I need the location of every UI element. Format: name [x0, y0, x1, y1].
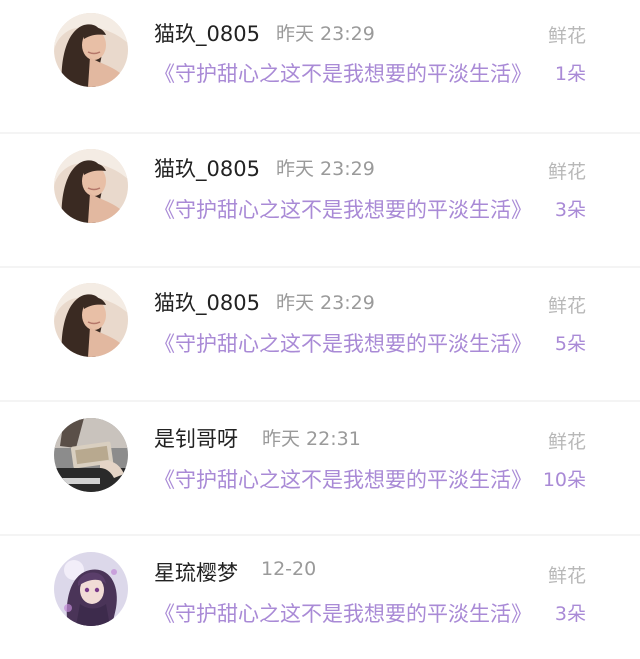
- book-title-link[interactable]: 《守护甜心之这不是我想要的平淡生活》: [154, 464, 532, 494]
- gift-time: 昨天 22:31: [262, 428, 361, 450]
- gift-record-row[interactable]: 猫玖_0805 昨天 23:29 鲜花 《守护甜心之这不是我想要的平淡生活》 3…: [0, 134, 640, 268]
- gift-time: 昨天 23:29: [276, 158, 375, 180]
- girl-photo-avatar-icon: [54, 283, 128, 357]
- money-photo-avatar-icon: [54, 418, 128, 492]
- gift-count: 1朵: [554, 63, 586, 85]
- gift-time: 12-20: [261, 558, 317, 580]
- user-avatar[interactable]: [54, 149, 128, 223]
- user-avatar[interactable]: [54, 283, 128, 357]
- gift-type-label: 鲜花: [547, 161, 586, 183]
- gift-count: 10朵: [542, 469, 586, 491]
- gift-type-label: 鲜花: [547, 565, 586, 587]
- gift-record-row[interactable]: 猫玖_0805 昨天 23:29 鲜花 《守护甜心之这不是我想要的平淡生活》 1…: [0, 0, 640, 134]
- username[interactable]: 猫玖_0805: [154, 18, 260, 48]
- book-title-link[interactable]: 《守护甜心之这不是我想要的平淡生活》: [154, 328, 532, 358]
- girl-photo-avatar-icon: [54, 13, 128, 87]
- anime-girl-avatar-icon: [54, 552, 128, 626]
- gift-record-row[interactable]: 是钊哥呀 昨天 22:31 鲜花 《守护甜心之这不是我想要的平淡生活》 10朵: [0, 402, 640, 536]
- gift-record-row[interactable]: 星琉樱梦 12-20 鲜花 《守护甜心之这不是我想要的平淡生活》 3朵: [0, 536, 640, 659]
- book-title-link[interactable]: 《守护甜心之这不是我想要的平淡生活》: [154, 58, 532, 88]
- user-avatar[interactable]: [54, 13, 128, 87]
- user-avatar[interactable]: [54, 552, 128, 626]
- gift-time: 昨天 23:29: [276, 23, 375, 45]
- gift-count: 5朵: [554, 333, 586, 355]
- gift-count: 3朵: [554, 603, 586, 625]
- gift-record-row[interactable]: 猫玖_0805 昨天 23:29 鲜花 《守护甜心之这不是我想要的平淡生活》 5…: [0, 268, 640, 402]
- gift-time: 昨天 23:29: [276, 292, 375, 314]
- gift-type-label: 鲜花: [547, 25, 586, 47]
- book-title-link[interactable]: 《守护甜心之这不是我想要的平淡生活》: [154, 598, 532, 628]
- username[interactable]: 猫玖_0805: [154, 153, 260, 183]
- book-title-link[interactable]: 《守护甜心之这不是我想要的平淡生活》: [154, 194, 532, 224]
- girl-photo-avatar-icon: [54, 149, 128, 223]
- user-avatar[interactable]: [54, 418, 128, 492]
- gift-type-label: 鲜花: [547, 295, 586, 317]
- username[interactable]: 是钊哥呀: [154, 423, 238, 453]
- gift-type-label: 鲜花: [547, 431, 586, 453]
- gift-count: 3朵: [554, 199, 586, 221]
- username[interactable]: 猫玖_0805: [154, 287, 260, 317]
- username[interactable]: 星琉樱梦: [154, 557, 238, 587]
